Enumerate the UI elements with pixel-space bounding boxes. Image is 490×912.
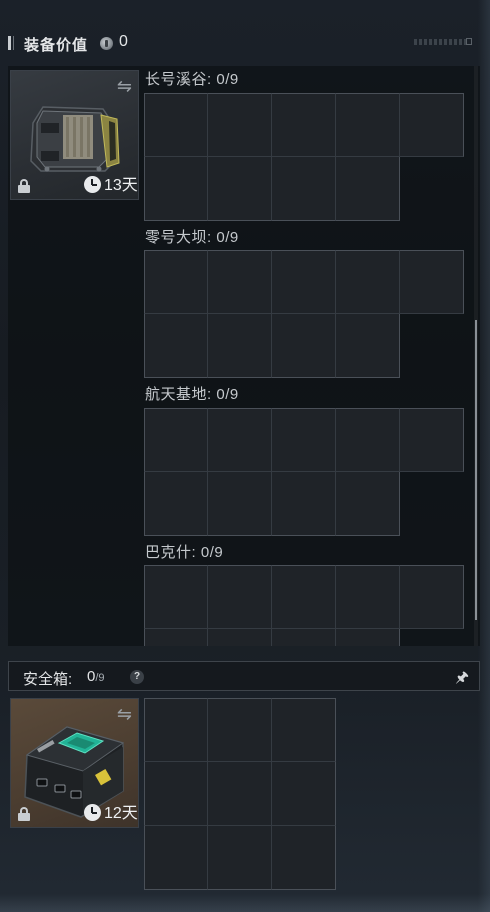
grid-slot[interactable] bbox=[272, 157, 336, 221]
map-capacity: : 0/9 bbox=[207, 229, 239, 246]
map-capacity: : 0/9 bbox=[191, 544, 224, 561]
frame-edge bbox=[0, 894, 490, 912]
grid-slot[interactable] bbox=[144, 472, 208, 536]
map-name: 航天基地 bbox=[145, 386, 208, 403]
grid-slot[interactable] bbox=[336, 250, 400, 314]
grid-slot[interactable] bbox=[272, 408, 336, 472]
grid-slot[interactable] bbox=[336, 408, 400, 472]
grid-slot[interactable] bbox=[144, 93, 208, 157]
grid-slot[interactable] bbox=[272, 629, 336, 646]
grid-slot[interactable] bbox=[144, 408, 208, 472]
safe-box-label: 安全箱: bbox=[23, 671, 73, 688]
grid-slot[interactable] bbox=[336, 629, 400, 646]
lock-icon bbox=[18, 179, 30, 193]
grid-slot[interactable] bbox=[272, 565, 336, 629]
safe-box-card[interactable]: ⇋ 12天 bbox=[10, 698, 139, 828]
safe-box-header: 安全箱: 0/9 ? 🖈 bbox=[8, 661, 480, 691]
grid-slot[interactable] bbox=[400, 408, 464, 472]
remaining-days: 12天 bbox=[104, 805, 138, 822]
map-grid[interactable] bbox=[144, 565, 466, 646]
grid-slot[interactable] bbox=[144, 157, 208, 221]
grid-slot[interactable] bbox=[208, 472, 272, 536]
grid-slot[interactable] bbox=[208, 93, 272, 157]
grid-slot[interactable] bbox=[272, 472, 336, 536]
pin-icon[interactable]: 🖈 bbox=[455, 667, 469, 692]
clock-icon bbox=[84, 176, 101, 193]
safe-box-count: 0/9 bbox=[87, 668, 105, 685]
grid-slot[interactable] bbox=[208, 408, 272, 472]
map-grid[interactable] bbox=[144, 408, 466, 538]
map-name: 巴克什 bbox=[145, 544, 192, 561]
map-grid[interactable] bbox=[144, 93, 466, 223]
equipment-value-header: 装备价值 0 bbox=[8, 30, 482, 56]
grid-slot[interactable] bbox=[208, 157, 272, 221]
header-hint-icon bbox=[466, 38, 472, 45]
clock-icon bbox=[84, 804, 101, 821]
grid-slot[interactable] bbox=[208, 698, 272, 762]
grid-slot[interactable] bbox=[272, 93, 336, 157]
grid-slot[interactable] bbox=[144, 826, 208, 890]
header-accent-bar bbox=[13, 36, 14, 50]
grid-slot[interactable] bbox=[272, 250, 336, 314]
grid-slot[interactable] bbox=[208, 762, 272, 826]
grid-slot[interactable] bbox=[400, 93, 464, 157]
map-capacity: : 0/9 bbox=[207, 71, 239, 88]
map-label: 长号溪谷: 0/9 bbox=[145, 68, 239, 89]
grid-slot[interactable] bbox=[144, 629, 208, 646]
grid-slot[interactable] bbox=[400, 250, 464, 314]
grid-slot[interactable] bbox=[208, 629, 272, 646]
grid-slot[interactable] bbox=[208, 826, 272, 890]
grid-slot[interactable] bbox=[272, 762, 336, 826]
grid-slot[interactable] bbox=[336, 93, 400, 157]
map-grid[interactable] bbox=[144, 250, 466, 380]
header-hint-text bbox=[414, 39, 466, 45]
safe-box-grid[interactable] bbox=[144, 698, 338, 891]
grid-slot[interactable] bbox=[144, 250, 208, 314]
map-capacity: : 0/9 bbox=[207, 386, 239, 403]
map-label: 航天基地: 0/9 bbox=[145, 383, 239, 404]
coin-icon bbox=[100, 37, 113, 50]
lock-icon bbox=[18, 807, 30, 821]
grid-slot[interactable] bbox=[208, 250, 272, 314]
grid-slot[interactable] bbox=[144, 698, 208, 762]
grid-slot[interactable] bbox=[272, 826, 336, 890]
map-name: 零号大坝 bbox=[145, 229, 208, 246]
grid-slot[interactable] bbox=[272, 698, 336, 762]
grid-slot[interactable] bbox=[144, 565, 208, 629]
grid-slot[interactable] bbox=[400, 565, 464, 629]
map-label: 巴克什: 0/9 bbox=[145, 541, 223, 562]
stash-panel[interactable]: ⇋ 13天 长号溪谷: 0/9 零号大坝: 0/9 航天基地: 0/9 巴克什:… bbox=[8, 66, 480, 646]
safe-box-capacity: /9 bbox=[95, 672, 105, 684]
equipment-value-amount: 0 bbox=[119, 33, 128, 50]
map-name: 长号溪谷 bbox=[145, 71, 208, 88]
grid-slot[interactable] bbox=[208, 565, 272, 629]
equipment-value-title: 装备价值 bbox=[24, 37, 89, 54]
help-icon[interactable]: ? bbox=[130, 670, 144, 684]
grid-slot[interactable] bbox=[336, 314, 400, 378]
grid-slot[interactable] bbox=[144, 314, 208, 378]
stash-scrollbar-thumb[interactable] bbox=[475, 320, 477, 620]
grid-slot[interactable] bbox=[208, 314, 272, 378]
remaining-days: 13天 bbox=[104, 177, 138, 194]
grid-slot[interactable] bbox=[144, 762, 208, 826]
stash-container-card[interactable]: ⇋ 13天 bbox=[10, 70, 139, 200]
grid-slot[interactable] bbox=[336, 472, 400, 536]
map-label: 零号大坝: 0/9 bbox=[145, 226, 239, 247]
grid-slot[interactable] bbox=[336, 157, 400, 221]
header-accent-bar bbox=[8, 36, 11, 50]
grid-slot[interactable] bbox=[336, 565, 400, 629]
grid-slot[interactable] bbox=[272, 314, 336, 378]
